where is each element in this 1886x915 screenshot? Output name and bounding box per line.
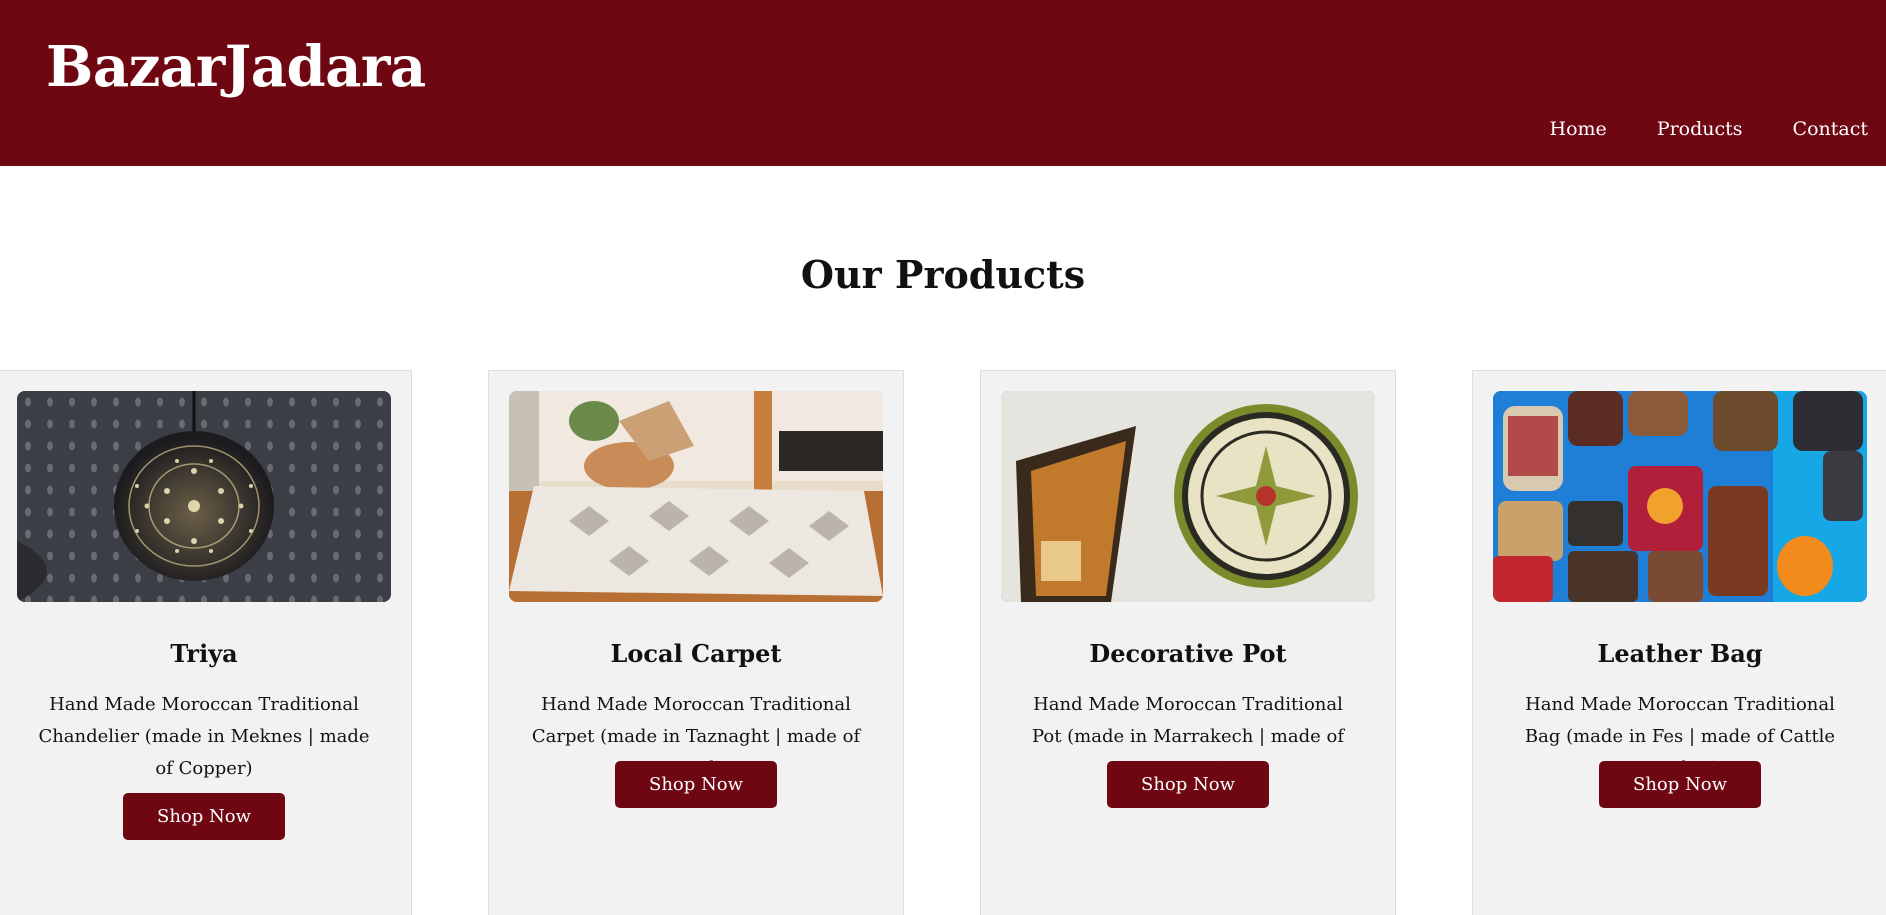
shop-now-button[interactable]: Shop Now <box>1599 761 1761 808</box>
section-title: Our Products <box>800 252 1086 297</box>
shop-now-button[interactable]: Shop Now <box>123 793 285 840</box>
pottery-plate-image[interactable] <box>1001 391 1375 602</box>
product-card-leather-bag: Leather Bag Hand Made Moroccan Tradition… <box>1472 370 1886 915</box>
chandelier-image[interactable] <box>17 391 391 602</box>
nav-link-home[interactable]: Home <box>1550 118 1607 140</box>
product-card-triya: Triya Hand Made Moroccan Traditional Cha… <box>0 370 412 915</box>
product-card-decorative-pot: Decorative Pot Hand Made Moroccan Tradit… <box>980 370 1396 915</box>
product-name: Local Carpet <box>610 639 782 668</box>
product-name: Decorative Pot <box>1089 639 1287 668</box>
nav-link-contact[interactable]: Contact <box>1793 118 1868 140</box>
product-name: Leather Bag <box>1597 639 1763 668</box>
product-name: Triya <box>170 639 238 668</box>
main-nav: Home Products Contact <box>1550 118 1868 140</box>
carpet-image[interactable] <box>509 391 883 602</box>
product-card-local-carpet: Local Carpet Hand Made Moroccan Traditio… <box>488 370 904 915</box>
shop-now-button[interactable]: Shop Now <box>1107 761 1269 808</box>
brand-logo-text[interactable]: BazarJadara <box>46 34 426 100</box>
site-header: BazarJadara Home Products Contact <box>0 0 1886 166</box>
product-description: Hand Made Moroccan Traditional Chandelie… <box>38 694 370 779</box>
leather-bags-image[interactable] <box>1493 391 1867 602</box>
shop-now-button[interactable]: Shop Now <box>615 761 777 808</box>
nav-link-products[interactable]: Products <box>1657 118 1743 140</box>
